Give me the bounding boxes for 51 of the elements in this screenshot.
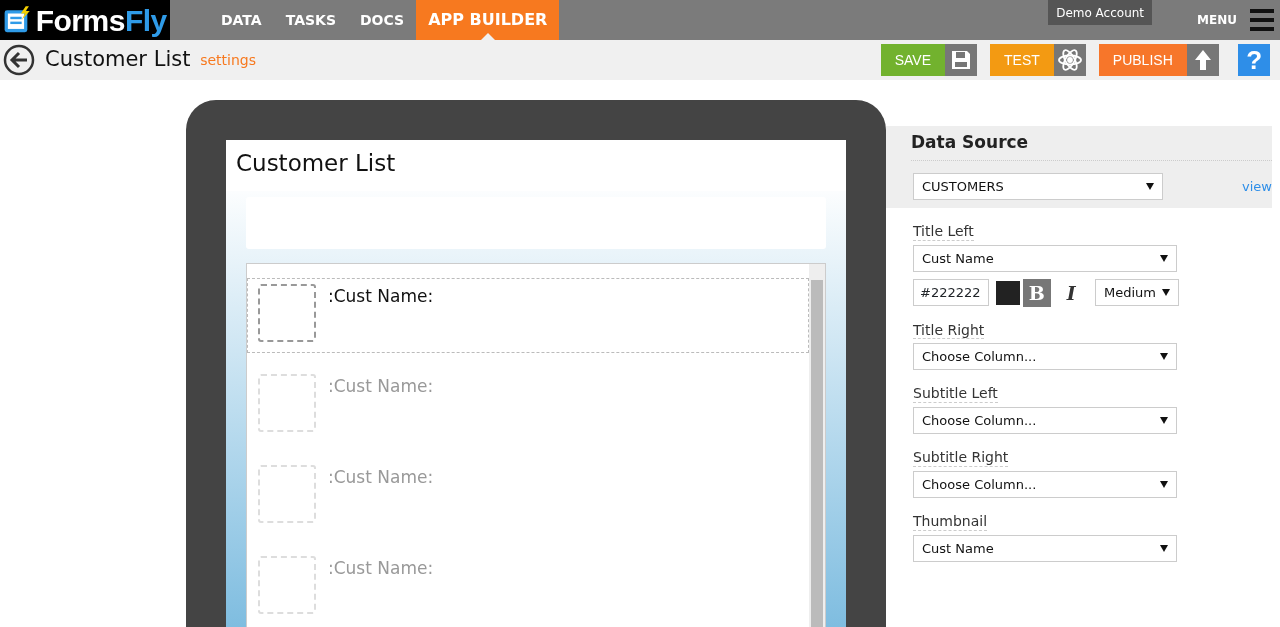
dropdown[interactable]: Medium xyxy=(1095,279,1179,307)
field-label: Title Right xyxy=(913,321,985,340)
logo-text: FormsFly xyxy=(35,2,167,39)
list-item[interactable]: :Cust Name: xyxy=(247,277,809,353)
action-button[interactable]: SAVE xyxy=(880,44,978,76)
page-title: Customer List xyxy=(45,46,191,74)
bold-button[interactable]: B xyxy=(1022,278,1051,307)
italic-button[interactable]: I xyxy=(1057,278,1086,307)
list-item[interactable]: :Cust Name: xyxy=(247,457,809,549)
back-icon[interactable] xyxy=(3,44,36,76)
nav-tab[interactable]: APP BUILDER xyxy=(416,0,560,40)
field-label: Subtitle Right xyxy=(913,449,1009,468)
up-arrow-icon xyxy=(1193,49,1212,71)
nav-tab[interactable]: TASKS xyxy=(273,0,348,40)
dropdown[interactable]: Choose Column... xyxy=(913,343,1177,371)
color-swatch[interactable] xyxy=(995,280,1020,305)
field-label: Thumbnail xyxy=(913,513,988,531)
scrollbar[interactable] xyxy=(809,263,825,627)
settings-link[interactable]: settings xyxy=(200,49,256,71)
account-label: Demo Account xyxy=(1048,0,1153,25)
thumbnail-placeholder xyxy=(258,555,316,614)
dropdown-caret-icon xyxy=(1160,481,1168,489)
dropdown[interactable]: Choose Column... xyxy=(913,471,1177,499)
thumbnail-placeholder xyxy=(258,373,316,432)
dropdown-caret-icon xyxy=(1146,183,1154,191)
dropdown-caret-icon xyxy=(1160,544,1168,552)
thumbnail-placeholder xyxy=(258,464,316,523)
dropdown[interactable]: Cust Name xyxy=(913,245,1177,273)
dropdown-caret-icon xyxy=(1160,353,1168,361)
color-field[interactable]: #222222 xyxy=(913,279,989,307)
list-item[interactable]: :Cust Name: xyxy=(247,366,809,458)
view-link[interactable]: view xyxy=(1242,177,1272,197)
dropdown[interactable]: Choose Column... xyxy=(913,407,1177,435)
menu-button[interactable]: MENU xyxy=(1191,10,1243,30)
dropdown-caret-icon xyxy=(1160,417,1168,425)
field-label: Title Left xyxy=(913,223,974,242)
dropdown-caret-icon xyxy=(1162,289,1170,297)
nav-tab[interactable]: DATA xyxy=(209,0,274,40)
field-label: Subtitle Left xyxy=(913,385,998,404)
menu-icon[interactable] xyxy=(1249,9,1274,31)
dropdown[interactable]: CUSTOMERS xyxy=(913,173,1163,201)
section-heading: Data Source xyxy=(911,132,1272,162)
thumbnail-placeholder xyxy=(258,283,316,342)
list-item[interactable]: :Cust Name: xyxy=(247,548,809,627)
dropdown[interactable]: Cust Name xyxy=(913,534,1177,562)
dropdown-caret-icon xyxy=(1160,255,1168,263)
help-button[interactable]: ? xyxy=(1238,44,1271,76)
atom-icon xyxy=(1056,47,1083,73)
action-button[interactable]: PUBLISH xyxy=(1098,44,1219,76)
action-button[interactable]: TEST xyxy=(990,44,1086,76)
nav-tab[interactable]: DOCS xyxy=(348,0,417,40)
